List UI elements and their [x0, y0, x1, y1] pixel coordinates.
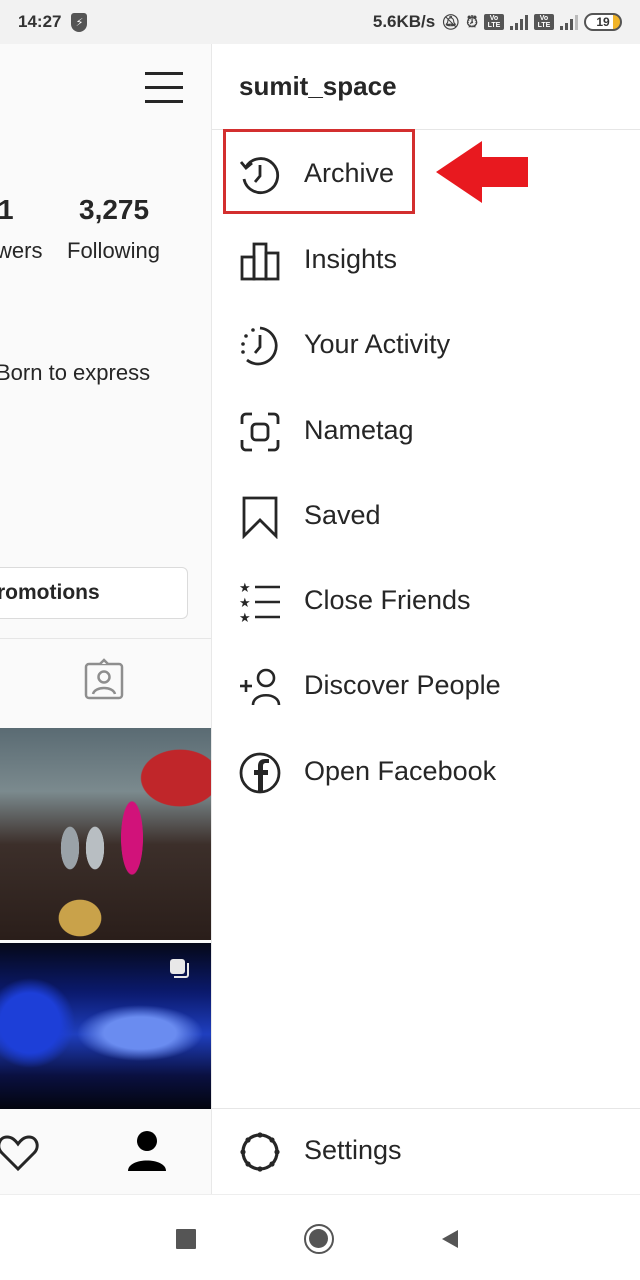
divider — [0, 638, 211, 639]
svg-text:★: ★ — [239, 581, 251, 596]
signal-icon — [510, 14, 528, 30]
tagged-person-icon — [84, 658, 124, 700]
red-arrow-annotation-icon — [436, 141, 528, 203]
following-count[interactable]: 3,275 — [79, 194, 149, 226]
profile-page-background: 1 wers 3,275 Following Born to express r… — [0, 44, 211, 1194]
menu-label: Your Activity — [304, 329, 451, 359]
screen: 14:27 ⚡ 5.6KB/s 🔕︎ ⏰︎ Vo LTE Vo LTE 19 1… — [0, 0, 640, 1280]
android-navigation-bar — [0, 1194, 640, 1280]
signal-icon — [560, 14, 578, 30]
recents-button[interactable] — [170, 1223, 202, 1255]
triangle-back-icon — [442, 1230, 458, 1248]
followers-label: wers — [0, 238, 43, 263]
add-person-icon — [237, 664, 283, 710]
settings-gear-icon — [237, 1129, 283, 1175]
post-thumbnail-blue[interactable] — [0, 943, 211, 1109]
battery-icon: 19 — [584, 13, 622, 31]
followers-count: 1 — [0, 194, 14, 225]
bar-chart-icon — [237, 238, 283, 284]
menu-label: Insights — [304, 244, 398, 274]
svg-text:★: ★ — [239, 596, 251, 611]
alarm-icon: ⏰︎ — [466, 13, 478, 31]
side-drawer-menu: sumit_space Archive Insights Your Activi… — [212, 44, 640, 1194]
shield-bolt-icon: ⚡ — [71, 12, 88, 32]
menu-item-nametag[interactable]: Nametag — [212, 397, 640, 467]
activity-clock-icon — [237, 323, 283, 369]
menu-item-close-friends[interactable]: ★ ★ ★ Close Friends — [212, 567, 640, 637]
home-button[interactable] — [303, 1223, 335, 1255]
square-icon — [176, 1229, 196, 1249]
menu-label: Open Facebook — [304, 756, 497, 786]
bookmark-icon — [237, 494, 283, 540]
menu-label: Close Friends — [304, 585, 471, 615]
battery-level: 19 — [596, 15, 610, 29]
menu-item-open-facebook[interactable]: Open Facebook — [212, 738, 640, 808]
circle-icon — [304, 1224, 334, 1254]
menu-item-discover-people[interactable]: Discover People — [212, 652, 640, 722]
heart-icon[interactable] — [0, 1133, 40, 1173]
bottom-navigation — [0, 1109, 211, 1194]
menu-item-insights[interactable]: Insights — [212, 226, 640, 296]
status-time: 14:27 — [18, 12, 62, 31]
star-list-icon: ★ ★ ★ — [237, 579, 283, 625]
bell-off-icon: 🔕︎ — [441, 14, 461, 31]
menu-label: Saved — [304, 500, 381, 530]
archive-highlight-box — [223, 129, 415, 214]
profile-icon[interactable] — [126, 1129, 168, 1173]
volte-icon: Vo LTE — [484, 14, 504, 30]
menu-item-saved[interactable]: Saved — [212, 482, 640, 552]
post-thumbnail-restaurant[interactable] — [0, 728, 211, 940]
promotions-label: romotions — [0, 581, 100, 604]
network-speed: 5.6KB/s — [372, 12, 436, 31]
back-button[interactable] — [434, 1223, 466, 1255]
svg-text:★: ★ — [239, 611, 251, 624]
tagged-posts-tab[interactable] — [82, 658, 126, 702]
nametag-scan-icon — [237, 409, 283, 455]
menu-label: Nametag — [304, 415, 414, 445]
profile-bio: Born to express — [0, 360, 151, 385]
promotions-button[interactable]: romotions — [0, 567, 188, 619]
status-bar: 14:27 ⚡ 5.6KB/s 🔕︎ ⏰︎ Vo LTE Vo LTE 19 — [0, 0, 640, 44]
following-label[interactable]: Following — [67, 238, 160, 264]
facebook-icon — [237, 750, 283, 796]
drawer-username: sumit_space — [212, 44, 640, 130]
menu-hamburger-icon[interactable] — [145, 70, 183, 104]
menu-label: Discover People — [304, 670, 501, 700]
menu-item-your-activity[interactable]: Your Activity — [212, 311, 640, 381]
menu-item-settings[interactable]: Settings — [212, 1108, 640, 1194]
volte-icon: Vo LTE — [534, 14, 554, 30]
settings-label: Settings — [304, 1135, 402, 1165]
carousel-icon — [170, 959, 189, 978]
